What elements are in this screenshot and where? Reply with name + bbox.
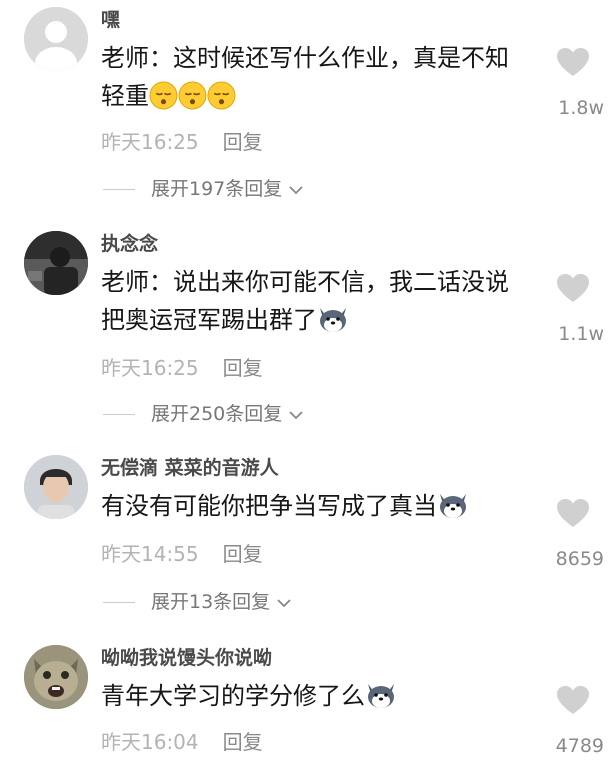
divider-line	[103, 602, 135, 603]
reply-button[interactable]: 回复	[223, 730, 263, 754]
comment-text: 青年大学习的学分修了么	[101, 677, 521, 721]
chevron-down-icon	[289, 410, 303, 419]
comment-body: 青年大学习的学分修了么	[101, 682, 365, 710]
like-count: 8659	[555, 548, 604, 570]
expand-replies-label: 展开197条回复	[151, 178, 283, 200]
username[interactable]: 执念念	[101, 231, 158, 257]
chevron-down-icon	[277, 598, 291, 607]
avatar[interactable]	[24, 7, 88, 71]
comment-meta: 昨天14:55 回复	[101, 541, 263, 567]
comment-time: 昨天16:25	[101, 356, 199, 380]
avatar[interactable]	[24, 231, 88, 295]
avatar[interactable]	[24, 645, 88, 709]
default-avatar-icon	[24, 7, 88, 71]
comment-time: 昨天16:25	[101, 130, 199, 154]
avatar[interactable]	[24, 455, 88, 519]
comment-text: 有没有可能你把争当写成了真当	[101, 487, 521, 531]
comment-meta: 昨天16:04 回复	[101, 729, 263, 755]
comment-meta: 昨天16:25 回复	[101, 355, 263, 381]
comment-time: 昨天16:04	[101, 730, 199, 754]
reply-button[interactable]: 回复	[223, 542, 263, 566]
comment-body: 老师：说出来你可能不信，我二话没说把奥运冠军踢出群了	[101, 268, 509, 334]
heart-icon	[557, 274, 589, 302]
comment-text: 老师：说出来你可能不信，我二话没说把奥运冠军踢出群了	[101, 263, 521, 345]
sleepy-face-emoji-icon	[149, 81, 178, 121]
divider-line	[103, 189, 135, 190]
expand-replies-button[interactable]: 展开250条回复	[101, 401, 304, 427]
expand-replies-label: 展开250条回复	[151, 403, 283, 425]
sleepy-face-emoji-icon	[178, 81, 207, 121]
sleepy-face-emoji-icon	[207, 81, 236, 121]
divider-line	[103, 414, 135, 415]
like-button[interactable]: 1.1w	[548, 273, 604, 345]
comment-meta: 昨天16:25 回复	[101, 129, 263, 155]
comment-body: 有没有可能你把争当写成了真当	[101, 492, 437, 520]
cat-avatar-icon	[24, 645, 88, 709]
like-button[interactable]: 8659	[548, 498, 604, 570]
reply-button[interactable]: 回复	[223, 356, 263, 380]
like-count: 4789	[555, 735, 604, 757]
username[interactable]: 呦呦我说馒头你说呦	[101, 645, 272, 671]
husky-dog-emoji-icon	[317, 304, 349, 345]
like-count: 1.1w	[558, 323, 604, 345]
heart-icon	[557, 48, 589, 76]
like-button[interactable]: 4789	[548, 685, 604, 757]
reply-button[interactable]: 回复	[223, 130, 263, 154]
comment-time: 昨天14:55	[101, 542, 199, 566]
expand-replies-button[interactable]: 展开13条回复	[101, 589, 292, 615]
username[interactable]: 无偿滴 菜菜的音游人	[101, 455, 279, 481]
husky-dog-emoji-icon	[365, 680, 397, 721]
photo-avatar-icon	[24, 231, 88, 295]
expand-replies-button[interactable]: 展开197条回复	[101, 176, 304, 202]
heart-icon	[557, 499, 589, 527]
heart-icon	[557, 686, 589, 714]
comment-text: 老师：这时候还写什么作业，真是不知轻重	[101, 39, 521, 121]
like-button[interactable]: 1.8w	[548, 47, 604, 119]
chevron-down-icon	[289, 185, 303, 194]
like-count: 1.8w	[558, 97, 604, 119]
expand-replies-label: 展开13条回复	[151, 591, 271, 613]
husky-dog-emoji-icon	[437, 490, 469, 531]
username[interactable]: 嘿	[101, 7, 120, 33]
photo-avatar-icon	[24, 455, 88, 519]
